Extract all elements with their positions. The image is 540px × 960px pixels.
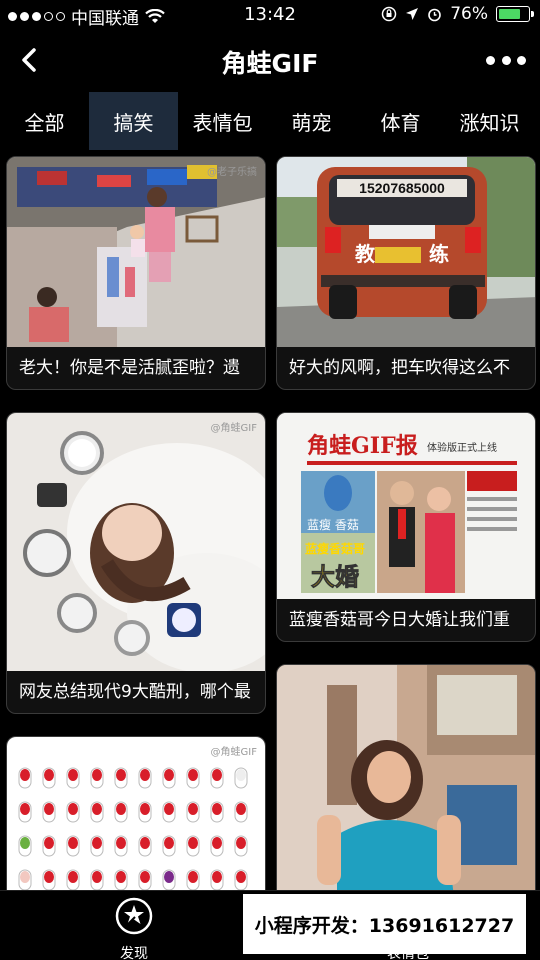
promo-banner: 小程序开发：13691612727 [243,894,526,954]
watermark: @角蛙GIF [210,423,257,434]
newspaper-headline-big: 大婚 [311,563,359,591]
tab-pets[interactable]: 萌宠 [267,92,356,150]
card-caption: 好大的风啊，把车吹得这么不 [289,358,510,378]
newspaper-title: 角蛙GIF报 [307,433,418,459]
status-icons: 76% [381,4,534,24]
gif-thumbnail: @角蛙GIF [7,413,265,671]
gif-card[interactable] [276,664,536,890]
gif-card[interactable]: @角蛙GIF [6,736,266,890]
tab-discover[interactable]: 发现 [84,897,184,960]
gif-thumbnail: 15207685000 教 练 [277,157,535,347]
gif-thumbnail: 角蛙GIF报 体验版正式上线 蓝瘦 香菇 蓝瘦香菇哥 大婚 [277,413,535,599]
more-dots-icon [486,55,495,65]
tab-knowledge[interactable]: 涨知识 [445,92,534,150]
magic-wand-icon [115,897,153,935]
gif-thumbnail: @老子乐搞 [7,157,265,347]
gif-card[interactable]: 角蛙GIF报 体验版正式上线 蓝瘦 香菇 蓝瘦香菇哥 大婚 蓝瘦香菇哥今日大婚让… [276,412,536,642]
car-sign-left: 教 [355,242,376,266]
car-sign-right: 练 [429,242,449,266]
gif-thumbnail [277,665,535,890]
tab-all[interactable]: 全部 [0,92,89,150]
status-bar: 中国联通 13:42 76% [0,0,540,30]
nav-bar: 角蛙GIF [0,30,540,92]
watermark: @角蛙GIF [210,747,257,758]
location-icon [406,8,419,20]
more-button[interactable] [486,44,526,76]
car-phone-number: 15207685000 [359,180,445,196]
battery-percent: 76% [450,4,488,24]
card-caption: 蓝瘦香菇哥今日大婚让我们重 [289,610,510,630]
page-title: 角蛙GIF [221,49,319,78]
tab-funny[interactable]: 搞笑 [89,92,178,150]
gif-card[interactable]: @角蛙GIF 网友总结现代9大酷刑，哪个最 [6,412,266,714]
newspaper-headline-mid: 蓝瘦香菇哥 [305,541,365,556]
card-caption: 老大！你是不是活腻歪啦？遗 [19,358,240,378]
tab-emoji[interactable]: 表情包 [178,92,267,150]
card-caption: 网友总结现代9大酷刑，哪个最 [19,682,251,702]
gif-feed[interactable]: @老子乐搞 老大！你是不是活腻歪啦？遗 15207685000 教 练 好大的风… [0,150,540,890]
gif-card[interactable]: 15207685000 教 练 好大的风啊，把车吹得这么不 [276,156,536,390]
tab-discover-label: 发现 [120,946,148,960]
battery-icon [496,6,534,22]
gif-card[interactable]: @老子乐搞 老大！你是不是活腻歪啦？遗 [6,156,266,390]
category-tabs: 全部 搞笑 表情包 萌宠 体育 涨知识 [0,92,540,150]
alarm-icon [428,8,442,21]
rotation-lock-icon [381,6,397,22]
gif-thumbnail: @角蛙GIF [7,737,265,890]
tab-sports[interactable]: 体育 [356,92,445,150]
newspaper-subtitle: 体验版正式上线 [427,441,497,454]
newspaper-headline-top: 蓝瘦 香菇 [307,517,359,532]
watermark: @老子乐搞 [207,167,257,178]
